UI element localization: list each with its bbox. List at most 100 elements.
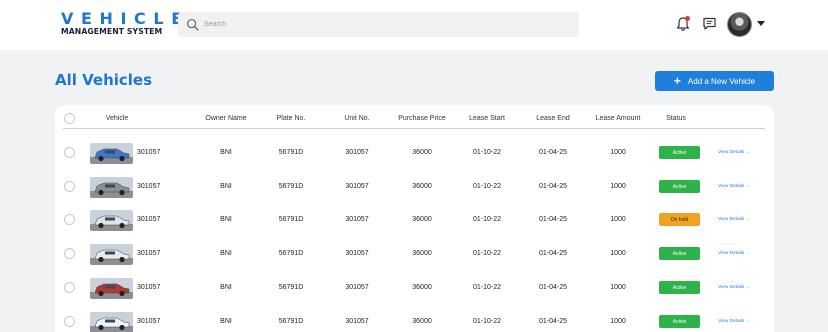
- unit-cell: 301057: [345, 183, 369, 190]
- plate-cell: 56791D: [278, 183, 304, 190]
- vehicle-thumbnail: [90, 244, 133, 265]
- column-header-lease-end[interactable]: Lease End: [536, 115, 569, 122]
- plate-cell: 56791D: [278, 284, 304, 291]
- table-row[interactable]: 301057 BNI 56791D 301057 36000 01-10-22 01-04-…: [55, 271, 774, 305]
- price-cell: 36000: [412, 216, 432, 223]
- lease-start-cell: 01-10-22: [472, 183, 502, 190]
- lease-end-cell: 01-04-25: [538, 183, 568, 190]
- lease-start-cell: 01-10-22: [472, 216, 502, 223]
- column-header-plate-no[interactable]: Plate No.: [277, 115, 306, 122]
- row-checkbox[interactable]: [64, 214, 75, 225]
- price-cell: 36000: [412, 149, 432, 156]
- column-header-lease-amount[interactable]: Lease Amount: [596, 115, 641, 122]
- lease-end-cell: 01-04-25: [538, 250, 568, 257]
- view-details-link[interactable]: View Details →: [718, 217, 750, 222]
- unit-cell: 301057: [345, 284, 369, 291]
- view-details-link[interactable]: View Details →: [718, 184, 750, 189]
- lease-end-cell: 01-04-25: [538, 318, 568, 325]
- brand-logo[interactable]: VEHICLE MANAGEMENT SYSTEM: [61, 9, 190, 37]
- lease-start-cell: 01-10-22: [472, 250, 502, 257]
- owner-cell: BNI: [220, 250, 232, 257]
- price-cell: 36000: [412, 318, 432, 325]
- price-cell: 36000: [412, 183, 432, 190]
- lease-amount-cell: 1000: [610, 149, 626, 156]
- notification-dot: [685, 16, 690, 21]
- plate-cell: 56791D: [278, 318, 304, 325]
- column-header-owner-name[interactable]: Owner Name: [205, 115, 246, 122]
- vehicle-id-cell: 301057: [137, 318, 161, 325]
- add-vehicle-label: Add a New Vehicle: [687, 76, 756, 86]
- chevron-down-icon[interactable]: [757, 21, 765, 26]
- brand-title: VEHICLE: [61, 9, 190, 28]
- vehicle-thumbnail: [90, 177, 133, 198]
- row-checkbox[interactable]: [64, 147, 75, 158]
- table-header: Vehicle Owner Name Plate No. Unit No. Pu…: [55, 105, 774, 130]
- avatar[interactable]: [727, 12, 752, 37]
- vehicle-thumbnail: [90, 312, 133, 332]
- plus-icon: +: [673, 74, 681, 88]
- lease-amount-cell: 1000: [610, 318, 626, 325]
- column-header-purchase-price[interactable]: Purchase Price: [398, 115, 445, 122]
- lease-amount-cell: 1000: [610, 216, 626, 223]
- view-details-link[interactable]: View Details →: [718, 251, 750, 256]
- top-bar: VEHICLE MANAGEMENT SYSTEM: [0, 0, 828, 50]
- vehicle-thumbnail: [90, 210, 133, 231]
- lease-amount-cell: 1000: [610, 250, 626, 257]
- price-cell: 36000: [412, 284, 432, 291]
- lease-start-cell: 01-10-22: [472, 149, 502, 156]
- unit-cell: 301057: [345, 318, 369, 325]
- page-title: All Vehicles: [55, 71, 153, 89]
- column-header-vehicle[interactable]: Vehicle: [106, 115, 129, 122]
- owner-cell: BNI: [220, 183, 232, 190]
- search-bar[interactable]: [178, 12, 579, 37]
- table-row[interactable]: 301057 BNI 56791D 301057 36000 01-10-22 01-04-…: [55, 305, 774, 332]
- plate-cell: 56791D: [278, 250, 304, 257]
- view-details-link[interactable]: View Details →: [718, 285, 750, 290]
- vehicle-id-cell: 301057: [137, 149, 161, 156]
- unit-cell: 301057: [345, 149, 369, 156]
- lease-end-cell: 01-04-25: [538, 284, 568, 291]
- price-cell: 36000: [412, 250, 432, 257]
- lease-end-cell: 01-04-25: [538, 216, 568, 223]
- status-badge: On hold: [659, 213, 700, 226]
- status-badge: Active: [659, 281, 700, 294]
- select-all-checkbox[interactable]: [64, 113, 75, 124]
- lease-amount-cell: 1000: [610, 183, 626, 190]
- row-checkbox[interactable]: [64, 181, 75, 192]
- lease-amount-cell: 1000: [610, 284, 626, 291]
- vehicles-table: Vehicle Owner Name Plate No. Unit No. Pu…: [55, 105, 774, 332]
- column-header-unit-no[interactable]: Unit No.: [344, 115, 369, 122]
- view-details-link[interactable]: View Details →: [718, 319, 750, 324]
- unit-cell: 301057: [345, 250, 369, 257]
- owner-cell: BNI: [220, 216, 232, 223]
- add-vehicle-button[interactable]: + Add a New Vehicle: [655, 71, 774, 91]
- lease-start-cell: 01-10-22: [472, 318, 502, 325]
- unit-cell: 301057: [345, 216, 369, 223]
- lease-start-cell: 01-10-22: [472, 284, 502, 291]
- header-divider: [63, 128, 765, 129]
- table-row[interactable]: 301057 BNI 56791D 301057 36000 01-10-22 01-04-…: [55, 237, 774, 271]
- view-details-link[interactable]: View Details →: [718, 150, 750, 155]
- plate-cell: 56791D: [278, 149, 304, 156]
- vehicle-thumbnail: [90, 143, 133, 164]
- vehicle-thumbnail: [90, 278, 133, 299]
- brand-subtitle: MANAGEMENT SYSTEM: [61, 27, 163, 36]
- table-row[interactable]: 301057 BNI 56791D 301057 36000 01-10-22 01-04-…: [55, 170, 774, 204]
- row-checkbox[interactable]: [64, 282, 75, 293]
- row-checkbox[interactable]: [64, 248, 75, 259]
- row-checkbox[interactable]: [64, 316, 75, 327]
- table-row[interactable]: 301057 BNI 56791D 301057 36000 01-10-22 01-04-…: [55, 136, 774, 170]
- vehicle-id-cell: 301057: [137, 284, 161, 291]
- owner-cell: BNI: [220, 149, 232, 156]
- status-badge: Active: [659, 180, 700, 193]
- vehicle-id-cell: 301057: [137, 250, 161, 257]
- plate-cell: 56791D: [278, 216, 304, 223]
- chat-icon[interactable]: [702, 16, 717, 31]
- column-header-status[interactable]: Status: [666, 115, 686, 122]
- status-badge: Active: [659, 315, 700, 328]
- column-header-lease-start[interactable]: Lease Start: [469, 115, 505, 122]
- search-input[interactable]: [204, 12, 564, 37]
- owner-cell: BNI: [220, 318, 232, 325]
- table-row[interactable]: 301057 BNI 56791D 301057 36000 01-10-22 01-04-…: [55, 203, 774, 237]
- lease-end-cell: 01-04-25: [538, 149, 568, 156]
